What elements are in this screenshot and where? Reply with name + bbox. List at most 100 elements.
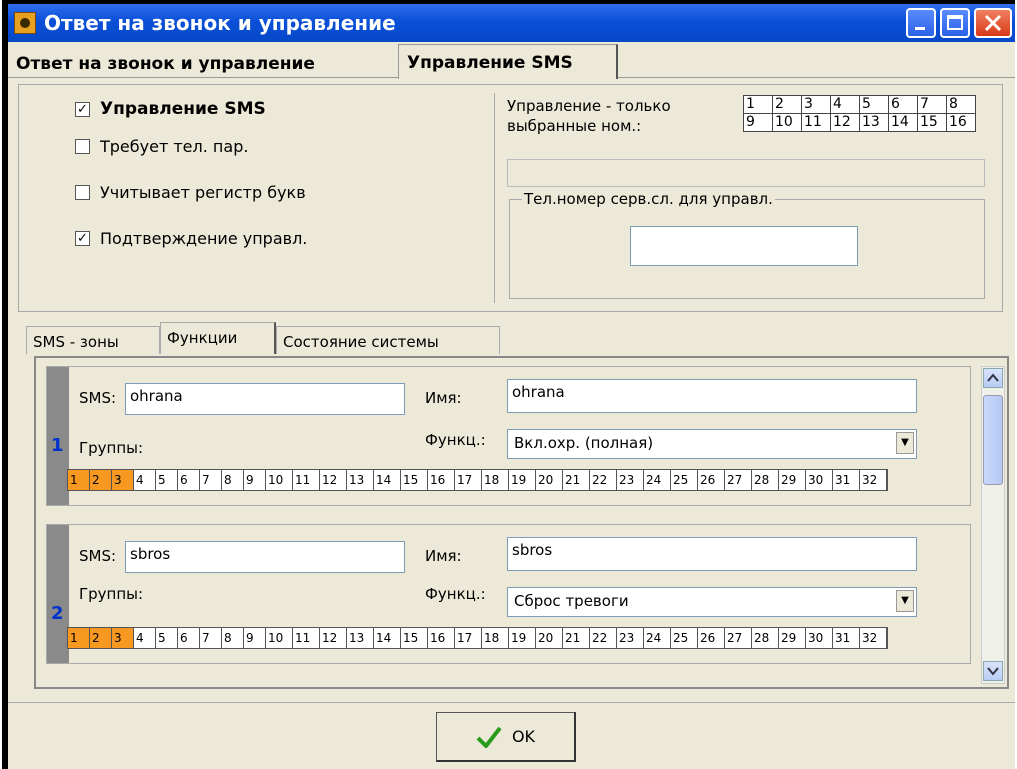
- checkbox-box[interactable]: [75, 139, 90, 154]
- number-cell[interactable]: 5: [860, 96, 889, 114]
- group-cell[interactable]: 1: [68, 470, 90, 490]
- group-cell[interactable]: 26: [698, 470, 725, 490]
- group-cell[interactable]: 18: [482, 470, 509, 490]
- group-cell[interactable]: 13: [347, 470, 374, 490]
- number-cell[interactable]: 14: [889, 114, 918, 132]
- requires-password-checkbox[interactable]: Требует тел. пар.: [75, 137, 248, 156]
- group-cell[interactable]: 5: [156, 628, 178, 648]
- number-cell[interactable]: 16: [947, 114, 976, 132]
- title-bar[interactable]: Ответ на звонок и управление: [8, 4, 1015, 42]
- number-cell[interactable]: 8: [947, 96, 976, 114]
- tab-sms-control[interactable]: Управление SMS: [398, 44, 618, 79]
- group-cell[interactable]: 7: [200, 628, 222, 648]
- number-cell[interactable]: 3: [802, 96, 831, 114]
- group-cell[interactable]: 32: [860, 470, 887, 490]
- group-cell[interactable]: 25: [671, 628, 698, 648]
- group-cell[interactable]: 11: [293, 628, 320, 648]
- group-cell[interactable]: 16: [428, 470, 455, 490]
- group-cell[interactable]: 22: [590, 628, 617, 648]
- group-cell[interactable]: 31: [833, 628, 860, 648]
- group-cell[interactable]: 25: [671, 470, 698, 490]
- group-cell[interactable]: 21: [563, 628, 590, 648]
- tab-sms-zones[interactable]: SMS - зоны: [26, 326, 160, 354]
- group-cell[interactable]: 1: [68, 628, 90, 648]
- function-select[interactable]: Сброс тревоги ▼: [507, 587, 917, 617]
- group-cell[interactable]: 27: [725, 470, 752, 490]
- group-cell[interactable]: 12: [320, 628, 347, 648]
- number-cell[interactable]: 15: [918, 114, 947, 132]
- group-cell[interactable]: 20: [536, 628, 563, 648]
- group-cell[interactable]: 7: [200, 470, 222, 490]
- sms-input[interactable]: sbros: [125, 541, 405, 573]
- group-cell[interactable]: 31: [833, 470, 860, 490]
- group-cell[interactable]: 28: [752, 470, 779, 490]
- group-cell[interactable]: 3: [112, 628, 134, 648]
- group-cell[interactable]: 21: [563, 470, 590, 490]
- group-cell[interactable]: 16: [428, 628, 455, 648]
- group-cell[interactable]: 6: [178, 628, 200, 648]
- group-cell[interactable]: 6: [178, 470, 200, 490]
- group-cell[interactable]: 19: [509, 628, 536, 648]
- group-cell[interactable]: 23: [617, 628, 644, 648]
- ok-button[interactable]: OK: [436, 712, 576, 762]
- group-cell[interactable]: 26: [698, 628, 725, 648]
- group-cell[interactable]: 13: [347, 628, 374, 648]
- group-cell[interactable]: 3: [112, 470, 134, 490]
- group-cell[interactable]: 24: [644, 470, 671, 490]
- function-select[interactable]: Вкл.охр. (полная) ▼: [507, 429, 917, 459]
- group-cell[interactable]: 29: [779, 470, 806, 490]
- group-cell[interactable]: 11: [293, 470, 320, 490]
- number-cell[interactable]: 13: [860, 114, 889, 132]
- group-cell[interactable]: 10: [266, 628, 293, 648]
- group-cell[interactable]: 5: [156, 470, 178, 490]
- group-cell[interactable]: 14: [374, 470, 401, 490]
- service-number-input[interactable]: [630, 226, 858, 266]
- tab-functions[interactable]: Функции: [160, 322, 276, 354]
- group-cell[interactable]: 20: [536, 470, 563, 490]
- number-cell[interactable]: 4: [831, 96, 860, 114]
- group-cell[interactable]: 30: [806, 470, 833, 490]
- sms-input[interactable]: ohrana: [125, 383, 405, 415]
- group-cell[interactable]: 28: [752, 628, 779, 648]
- group-cell[interactable]: 18: [482, 628, 509, 648]
- tab-system-state[interactable]: Состояние системы: [276, 326, 500, 354]
- group-cell[interactable]: 10: [266, 470, 293, 490]
- group-cell[interactable]: 9: [244, 628, 266, 648]
- group-cell[interactable]: 32: [860, 628, 887, 648]
- group-cell[interactable]: 24: [644, 628, 671, 648]
- maximize-button[interactable]: [940, 8, 970, 38]
- group-cell[interactable]: 2: [90, 470, 112, 490]
- minimize-button[interactable]: [906, 8, 936, 38]
- group-cell[interactable]: 27: [725, 628, 752, 648]
- name-input[interactable]: ohrana: [507, 379, 917, 413]
- group-cell[interactable]: 17: [455, 470, 482, 490]
- number-cell[interactable]: 9: [744, 114, 773, 132]
- name-input[interactable]: sbros: [507, 537, 917, 571]
- group-cell[interactable]: 12: [320, 470, 347, 490]
- checkbox-box[interactable]: [75, 185, 90, 200]
- checkbox-box[interactable]: ✓: [75, 101, 90, 117]
- number-cell[interactable]: 1: [744, 96, 773, 114]
- group-cell[interactable]: 2: [90, 628, 112, 648]
- group-cell[interactable]: 4: [134, 628, 156, 648]
- number-cell[interactable]: 7: [918, 96, 947, 114]
- group-cell[interactable]: 8: [222, 628, 244, 648]
- group-cell[interactable]: 19: [509, 470, 536, 490]
- case-sensitive-checkbox[interactable]: Учитывает регистр букв: [75, 183, 306, 202]
- group-cell[interactable]: 14: [374, 628, 401, 648]
- number-cell[interactable]: 6: [889, 96, 918, 114]
- number-cell[interactable]: 11: [802, 114, 831, 132]
- chevron-down-icon[interactable]: ▼: [896, 432, 914, 454]
- scroll-down-button[interactable]: [983, 661, 1003, 681]
- group-cell[interactable]: 23: [617, 470, 644, 490]
- scroll-up-button[interactable]: [983, 368, 1003, 388]
- vertical-scrollbar[interactable]: [981, 366, 1005, 684]
- scroll-thumb[interactable]: [983, 395, 1003, 485]
- sms-control-checkbox[interactable]: ✓ Управление SMS: [75, 99, 266, 119]
- checkbox-box[interactable]: ✓: [75, 231, 90, 246]
- group-cell[interactable]: 15: [401, 470, 428, 490]
- group-cell[interactable]: 15: [401, 628, 428, 648]
- group-cell[interactable]: 9: [244, 470, 266, 490]
- number-cell[interactable]: 12: [831, 114, 860, 132]
- tab-call-answer[interactable]: Ответ на звонок и управление: [8, 46, 398, 78]
